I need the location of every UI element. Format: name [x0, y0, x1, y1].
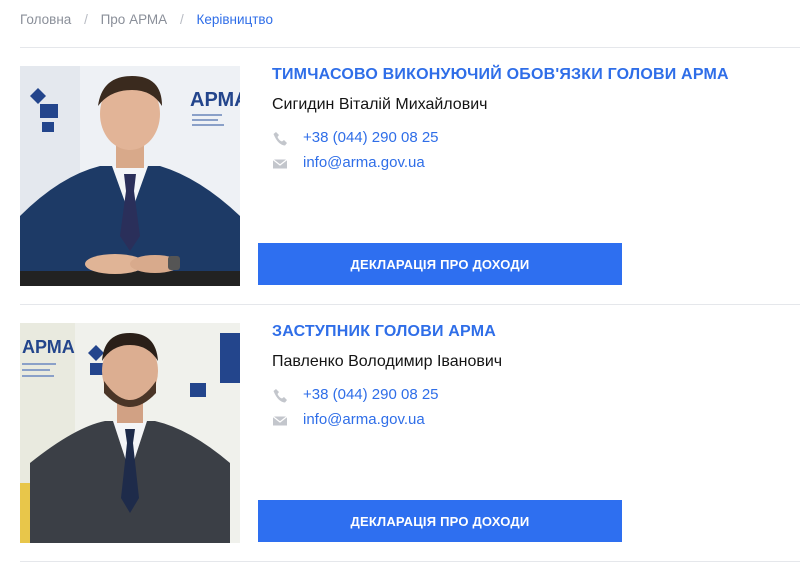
- breadcrumb-home-link[interactable]: Головна: [20, 12, 71, 27]
- leader-role: ТИМЧАСОВО ВИКОНУЮЧИЙ ОБОВ'ЯЗКИ ГОЛОВИ АР…: [272, 66, 729, 83]
- breadcrumb-separator: /: [179, 12, 184, 27]
- divider: [20, 561, 800, 562]
- divider: [20, 47, 800, 48]
- divider: [20, 304, 800, 305]
- photo-logo-text: АРМА: [190, 89, 240, 111]
- leader-card: АРМА ТИМЧАСОВО ВИКОНУЮЧИЙ ОБОВ'ЯЗКИ ГОЛО…: [20, 66, 800, 286]
- mail-icon: [272, 159, 288, 169]
- phone-icon: [273, 389, 287, 403]
- photo-logo-text: АРМА: [22, 337, 75, 357]
- portrait-photo: АРМА: [20, 323, 240, 543]
- phone-icon: [273, 132, 287, 146]
- phone-text: +38 (044) 290 08 25: [303, 386, 439, 403]
- portrait-photo: АРМА: [20, 66, 240, 286]
- leader-role: ЗАСТУПНИК ГОЛОВИ АРМА: [272, 323, 497, 340]
- phone-text: +38 (044) 290 08 25: [303, 129, 439, 146]
- email-text: info@arma.gov.ua: [303, 154, 425, 171]
- email-text: info@arma.gov.ua: [303, 411, 425, 428]
- leader-card: АРМА ЗАСТУПНИК ГОЛОВИ АРМА Павленко Воло…: [20, 323, 800, 543]
- breadcrumb-separator: /: [84, 12, 88, 27]
- breadcrumb-current: Керівництво: [196, 12, 273, 27]
- leader-name: Сигидин Віталій Михайлович: [272, 96, 488, 113]
- mail-icon: [272, 416, 288, 426]
- breadcrumb: Головна / Про АРМА / Керівництво: [20, 12, 273, 27]
- breadcrumb-about-link[interactable]: Про АРМА: [101, 12, 168, 27]
- leader-name: Павленко Володимир Іванович: [272, 353, 503, 370]
- income-declaration-button[interactable]: ДЕКЛАРАЦІЯ ПРО ДОХОДИ: [258, 243, 622, 285]
- income-declaration-button[interactable]: ДЕКЛАРАЦІЯ ПРО ДОХОДИ: [258, 500, 622, 542]
